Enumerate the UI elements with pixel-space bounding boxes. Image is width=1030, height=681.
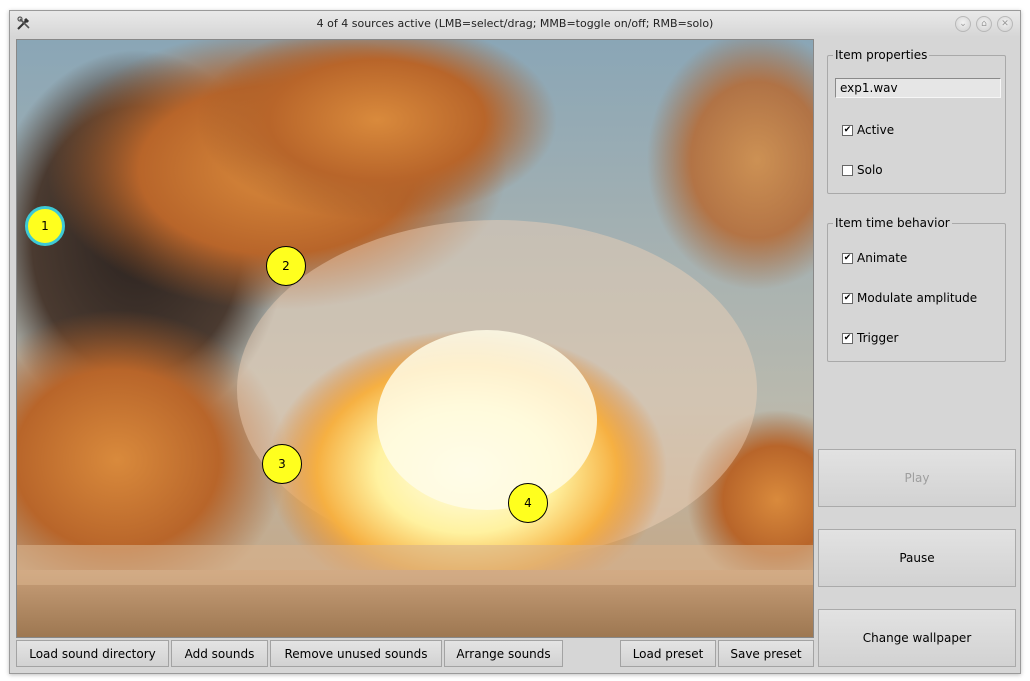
active-label: Active bbox=[857, 123, 895, 137]
animate-label: Animate bbox=[857, 251, 908, 265]
active-checkbox-row[interactable]: ✔ Active bbox=[842, 123, 894, 137]
title-bar[interactable]: 4 of 4 sources active (LMB=select/drag; … bbox=[10, 11, 1020, 37]
maximize-icon[interactable]: ⌂ bbox=[976, 16, 992, 32]
sound-source-3[interactable]: 3 bbox=[262, 444, 302, 484]
trigger-checkbox-row[interactable]: ✔ Trigger bbox=[842, 331, 898, 345]
solo-checkbox[interactable] bbox=[842, 164, 853, 176]
modulate-amplitude-label: Modulate amplitude bbox=[857, 291, 978, 305]
app-window: 4 of 4 sources active (LMB=select/drag; … bbox=[9, 10, 1021, 674]
play-button[interactable]: Play bbox=[818, 449, 1016, 507]
solo-checkbox-row[interactable]: Solo bbox=[842, 163, 883, 177]
pause-button[interactable]: Pause bbox=[818, 529, 1016, 587]
change-wallpaper-button[interactable]: Change wallpaper bbox=[818, 609, 1016, 667]
item-name-field[interactable]: exp1.wav bbox=[835, 78, 1001, 98]
item-properties-group: Item properties exp1.wav ✔ Active Solo bbox=[827, 48, 1006, 194]
save-preset-button[interactable]: Save preset bbox=[718, 640, 814, 667]
sound-source-1[interactable]: 1 bbox=[25, 206, 65, 246]
item-time-behavior-title: Item time behavior bbox=[833, 216, 952, 230]
explosion-wallpaper bbox=[17, 40, 813, 637]
solo-label: Solo bbox=[857, 163, 883, 177]
animate-checkbox-row[interactable]: ✔ Animate bbox=[842, 251, 907, 265]
active-checkbox[interactable]: ✔ bbox=[842, 124, 853, 136]
window-title: 4 of 4 sources active (LMB=select/drag; … bbox=[316, 17, 714, 30]
sound-source-4[interactable]: 4 bbox=[508, 483, 548, 523]
item-properties-title: Item properties bbox=[833, 48, 930, 62]
arrange-sounds-button[interactable]: Arrange sounds bbox=[444, 640, 563, 667]
remove-unused-sounds-button[interactable]: Remove unused sounds bbox=[270, 640, 442, 667]
item-time-behavior-group: Item time behavior ✔ Animate ✔ Modulate … bbox=[827, 216, 1006, 362]
load-sound-directory-button[interactable]: Load sound directory bbox=[16, 640, 169, 667]
sound-source-2[interactable]: 2 bbox=[266, 246, 306, 286]
modulate-amplitude-checkbox[interactable]: ✔ bbox=[842, 292, 853, 304]
animate-checkbox[interactable]: ✔ bbox=[842, 252, 853, 264]
minimize-icon[interactable]: ⌄ bbox=[955, 16, 971, 32]
close-icon[interactable]: ✕ bbox=[997, 16, 1013, 32]
load-preset-button[interactable]: Load preset bbox=[620, 640, 716, 667]
add-sounds-button[interactable]: Add sounds bbox=[171, 640, 268, 667]
wallpaper-canvas[interactable]: 1 2 3 4 bbox=[16, 39, 814, 638]
trigger-checkbox[interactable]: ✔ bbox=[842, 332, 853, 344]
trigger-label: Trigger bbox=[857, 331, 899, 345]
modulate-amplitude-checkbox-row[interactable]: ✔ Modulate amplitude bbox=[842, 291, 977, 305]
